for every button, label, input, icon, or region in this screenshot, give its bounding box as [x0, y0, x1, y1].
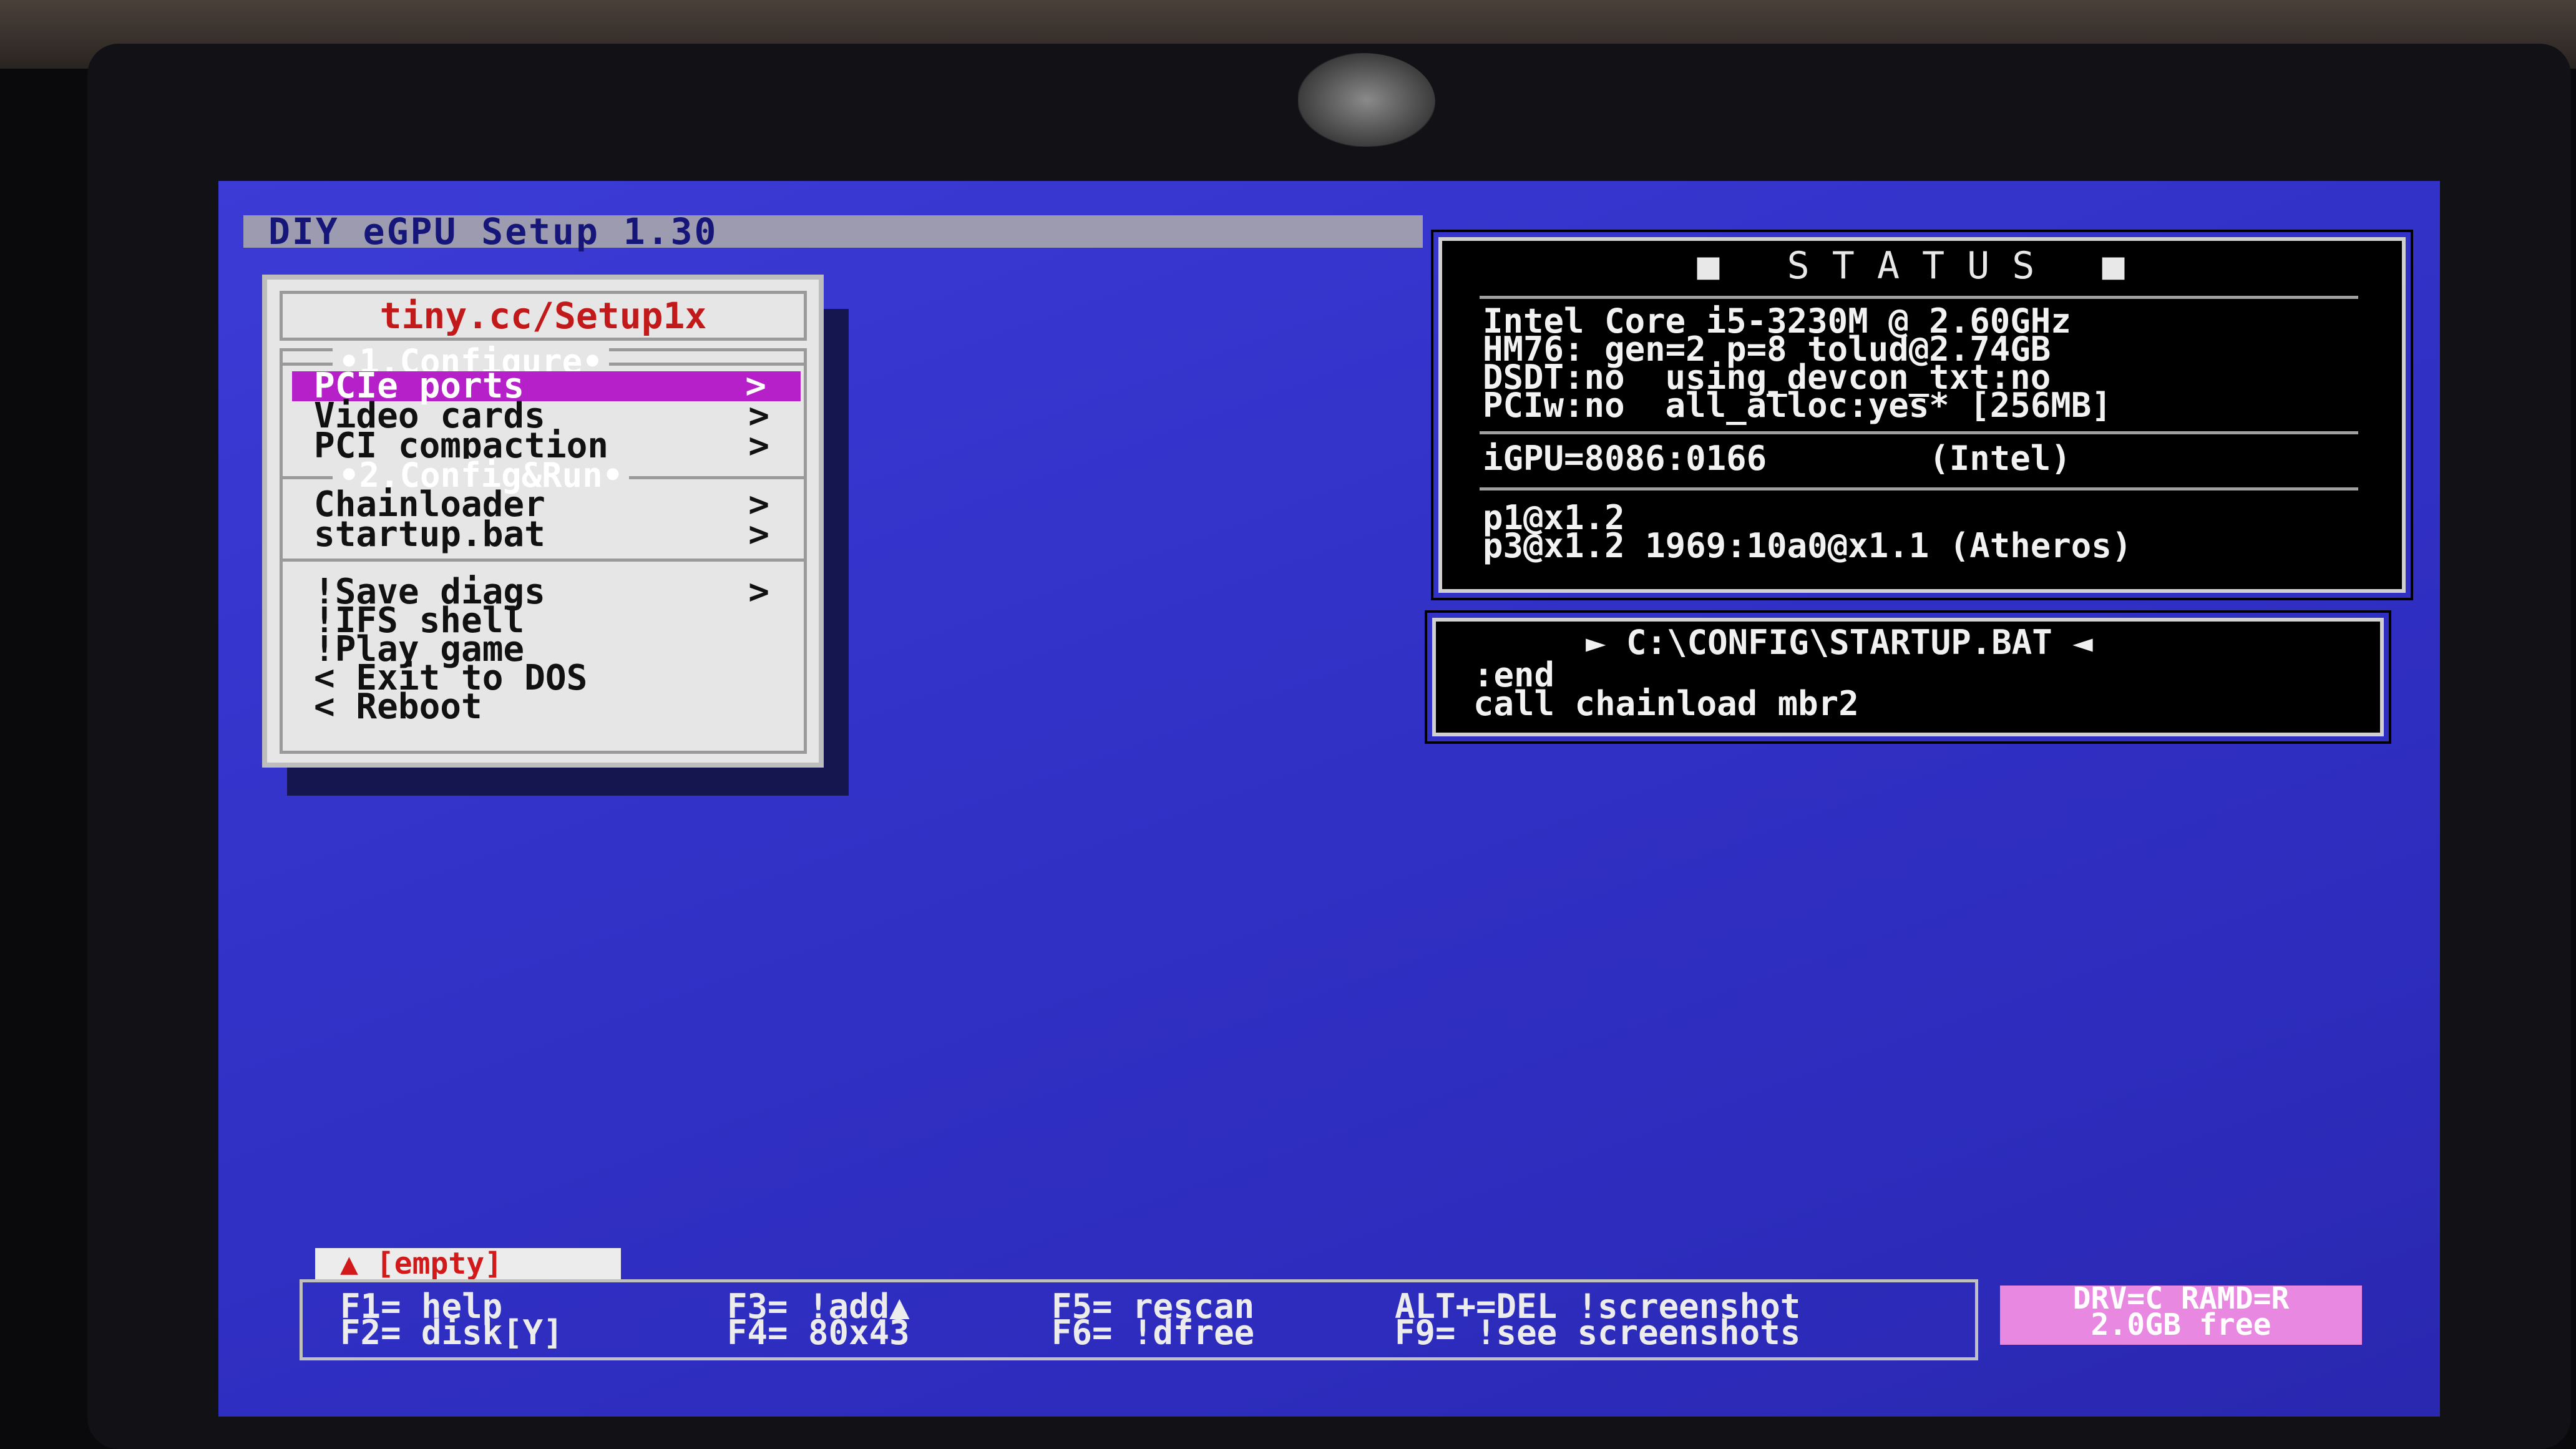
chevron-right-icon: >	[748, 426, 769, 466]
status-pciw-line: PCIw:no all_alloc:yes* [256MB]	[1483, 386, 2112, 425]
menu-item-label: < Reboot	[314, 686, 482, 727]
status-panel: ■ STATUS ■ Intel Core i5-3230M @ 2.60GHz…	[1431, 230, 2413, 600]
drive-free-line: 2.0GB free	[2091, 1307, 2271, 1342]
startup-bat-panel: ► C:\CONFIG\STARTUP.BAT ◄ :end call chai…	[1425, 610, 2391, 744]
status-divider	[1480, 431, 2358, 434]
startup-bat-heading: ► C:\CONFIG\STARTUP.BAT ◄	[1586, 623, 2093, 662]
chevron-right-icon: >	[748, 514, 769, 555]
status-divider	[1480, 296, 2358, 299]
main-menu: tiny.cc/Setup1x •1.Configure• PCIe ports…	[262, 275, 824, 768]
dos-screen: DIY eGPU Setup 1.30 tiny.cc/Setup1x •1.C…	[218, 181, 2440, 1417]
startup-bat-line: call chainload mbr2	[1473, 684, 1859, 723]
menu-divider	[283, 559, 804, 562]
status-port-line: p3@x1.2 1969:10a0@x1.1 (Atheros)	[1483, 526, 2132, 565]
status-heading: ■ STATUS ■	[1697, 244, 2147, 288]
chevron-right-icon: >	[748, 572, 769, 612]
f6-dfree-key[interactable]: F6= !dfree	[1051, 1316, 1254, 1350]
status-igpu-line: iGPU=8086:0166 (Intel)	[1483, 439, 2071, 478]
empty-slot-tag: ▲ [empty]	[315, 1248, 621, 1279]
f4-mode-key[interactable]: F4= 80x43	[727, 1316, 910, 1350]
menu-title-link[interactable]: tiny.cc/Setup1x	[280, 291, 807, 341]
f9-see-screenshots-key[interactable]: F9= !see screenshots	[1395, 1316, 1800, 1350]
app-title-bar: DIY eGPU Setup 1.30	[243, 213, 1423, 250]
status-divider	[1480, 487, 2358, 490]
f2-disk-key[interactable]: F2= disk[Y]	[340, 1316, 564, 1350]
menu-item-startup-bat[interactable]: startup.bat >	[283, 514, 804, 555]
function-key-bar: F1= help F2= disk[Y] F3= !add▲ F4= 80x43…	[300, 1279, 1978, 1360]
drive-info-badge: DRV=C RAMD=R 2.0GB free	[2000, 1284, 2362, 1345]
menu-item-label: startup.bat	[314, 514, 545, 555]
menu-item-reboot[interactable]: < Reboot	[283, 686, 804, 727]
menu-items-box: •1.Configure• PCIe ports > Video cards >…	[280, 345, 807, 754]
